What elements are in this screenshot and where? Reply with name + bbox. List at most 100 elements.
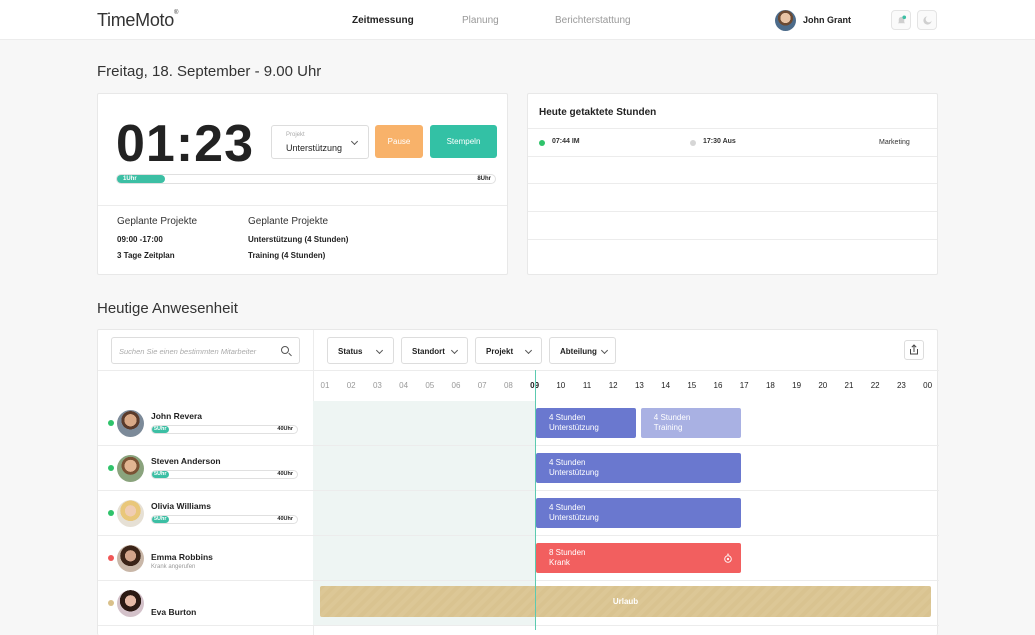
- hour-label: 14: [661, 381, 671, 390]
- employee-name[interactable]: Emma Robbins: [151, 552, 213, 562]
- pause-button[interactable]: Pause: [375, 125, 423, 158]
- status-dot: [108, 420, 114, 426]
- shift-hours: 4 Stunden: [549, 458, 586, 467]
- logo[interactable]: TimeMoto®: [97, 10, 178, 31]
- department-label: Marketing: [879, 139, 910, 146]
- avatar[interactable]: [117, 410, 144, 437]
- row-divider: [98, 625, 939, 626]
- progress-fill: 5Uhr: [152, 516, 169, 523]
- filter-projekt[interactable]: Projekt: [475, 337, 542, 364]
- search-input[interactable]: Suchen Sie einen bestimmten Mitarbeiter: [119, 347, 277, 356]
- progress-fill: 5Uhr: [152, 426, 169, 433]
- project-label: Projekt: [286, 132, 305, 138]
- top-bar: TimeMoto® Zeitmessung Planung Berichters…: [0, 0, 1035, 40]
- hour-label: 17: [739, 381, 749, 390]
- progress-end-label: 8Uhr: [477, 176, 491, 182]
- row-divider: [98, 535, 939, 536]
- filter-abteilung[interactable]: Abteilung: [549, 337, 616, 364]
- page-title: Freitag, 18. September - 9.00 Uhr: [97, 63, 322, 80]
- chevron-down-icon: [450, 346, 459, 355]
- status-dot: [108, 600, 114, 606]
- employee-status-text: Krank angerufen: [151, 564, 196, 570]
- shift-hours: 4 Stunden: [549, 503, 586, 512]
- employee-name[interactable]: Steven Anderson: [151, 456, 221, 466]
- hour-label: 23: [896, 381, 906, 390]
- employee-name[interactable]: John Revera: [151, 411, 202, 421]
- divider: [98, 205, 507, 206]
- progress-start-label: 1Uhr: [123, 176, 137, 182]
- hour-label: 02: [346, 381, 356, 390]
- attendance-title: Heutige Anwesenheit: [97, 300, 238, 317]
- filter-status[interactable]: Status: [327, 337, 394, 364]
- planned-project-2: Training (4 Stunden): [248, 251, 326, 260]
- nav-zeitmessung[interactable]: Zeitmessung: [352, 15, 414, 26]
- clock-in-time: 07:44 IM: [552, 138, 580, 145]
- planned-right-title: Geplante Projekte: [248, 216, 329, 227]
- progress-fill: 5Uhr: [152, 471, 169, 478]
- row-divider: [98, 580, 939, 581]
- shift-hours: 8 Stunden: [549, 548, 586, 557]
- employee-progress-bar: 5Uhr 40Uhr: [151, 425, 298, 434]
- chevron-down-icon: [600, 346, 609, 355]
- shift-block[interactable]: 4 Stunden Unterstützung: [536, 453, 741, 483]
- avatar[interactable]: [117, 545, 144, 572]
- employee-progress-bar: 5Uhr 40Uhr: [151, 470, 298, 479]
- divider: [528, 211, 937, 212]
- clock-out-dot: [690, 140, 696, 146]
- shift-block[interactable]: 4 Stunden Unterstützung: [536, 498, 741, 528]
- employee-name[interactable]: Eva Burton: [151, 607, 196, 617]
- theme-button[interactable]: [917, 10, 937, 30]
- shift-project: Unterstützung: [549, 468, 599, 477]
- sick-icon: [723, 553, 732, 563]
- planned-schedule: 3 Tage Zeitplan: [117, 251, 175, 260]
- search-icon[interactable]: [281, 346, 289, 354]
- avatar[interactable]: [117, 590, 144, 617]
- status-dot: [108, 510, 114, 516]
- shift-project: Unterstützung: [549, 423, 599, 432]
- shift-hours: 4 Stunden: [549, 413, 586, 422]
- hour-label: 10: [556, 381, 566, 390]
- daily-progress-bar: 1Uhr 8Uhr: [116, 174, 496, 184]
- hour-label: 11: [582, 381, 592, 390]
- notification-button[interactable]: [891, 10, 911, 30]
- status-dot: [108, 555, 114, 561]
- hour-label: 15: [687, 381, 697, 390]
- nav-berichterstattung[interactable]: Berichterstattung: [555, 15, 631, 26]
- planned-time: 09:00 -17:00: [117, 235, 163, 244]
- hour-label: 01: [320, 381, 330, 390]
- filter-standort[interactable]: Standort: [401, 337, 468, 364]
- avatar[interactable]: [117, 500, 144, 527]
- nav-planung[interactable]: Planung: [462, 15, 499, 26]
- hour-label: 16: [713, 381, 723, 390]
- hour-label: 20: [818, 381, 828, 390]
- hour-label: 13: [634, 381, 644, 390]
- planned-left-title: Geplante Projekte: [117, 216, 198, 227]
- divider: [528, 239, 937, 240]
- employee-name[interactable]: Olivia Williams: [151, 501, 211, 511]
- shift-block[interactable]: 4 Stunden Training: [640, 408, 741, 438]
- avatar[interactable]: [117, 455, 144, 482]
- hour-label: 08: [503, 381, 513, 390]
- vacation-block[interactable]: Urlaub: [320, 586, 931, 617]
- progress-end-label: 40Uhr: [277, 426, 293, 432]
- progress-end-label: 40Uhr: [277, 516, 293, 522]
- project-value: Unterstützung: [286, 143, 343, 153]
- export-button[interactable]: [904, 340, 924, 360]
- avatar: [775, 9, 796, 31]
- shift-block[interactable]: 8 Stunden Krank: [536, 543, 741, 573]
- hour-label: 04: [399, 381, 409, 390]
- employee-progress-bar: 5Uhr 40Uhr: [151, 515, 298, 524]
- user-menu[interactable]: John Grant: [775, 9, 851, 31]
- hour-label: 21: [844, 381, 854, 390]
- divider: [528, 183, 937, 184]
- attendance-panel: Suchen Sie einen bestimmten Mitarbeiter …: [97, 329, 939, 635]
- clock-out-time: 17:30 Aus: [703, 138, 736, 145]
- shift-block[interactable]: 4 Stunden Unterstützung: [536, 408, 636, 438]
- clock-in-button[interactable]: Stempeln: [430, 125, 497, 158]
- project-select[interactable]: Projekt Unterstützung: [271, 125, 369, 159]
- employee-search[interactable]: Suchen Sie einen bestimmten Mitarbeiter: [111, 337, 300, 364]
- timer-display: 01:23: [116, 115, 254, 173]
- bell-icon: [897, 14, 906, 23]
- shift-project: Training: [653, 423, 683, 432]
- hour-label: 12: [608, 381, 618, 390]
